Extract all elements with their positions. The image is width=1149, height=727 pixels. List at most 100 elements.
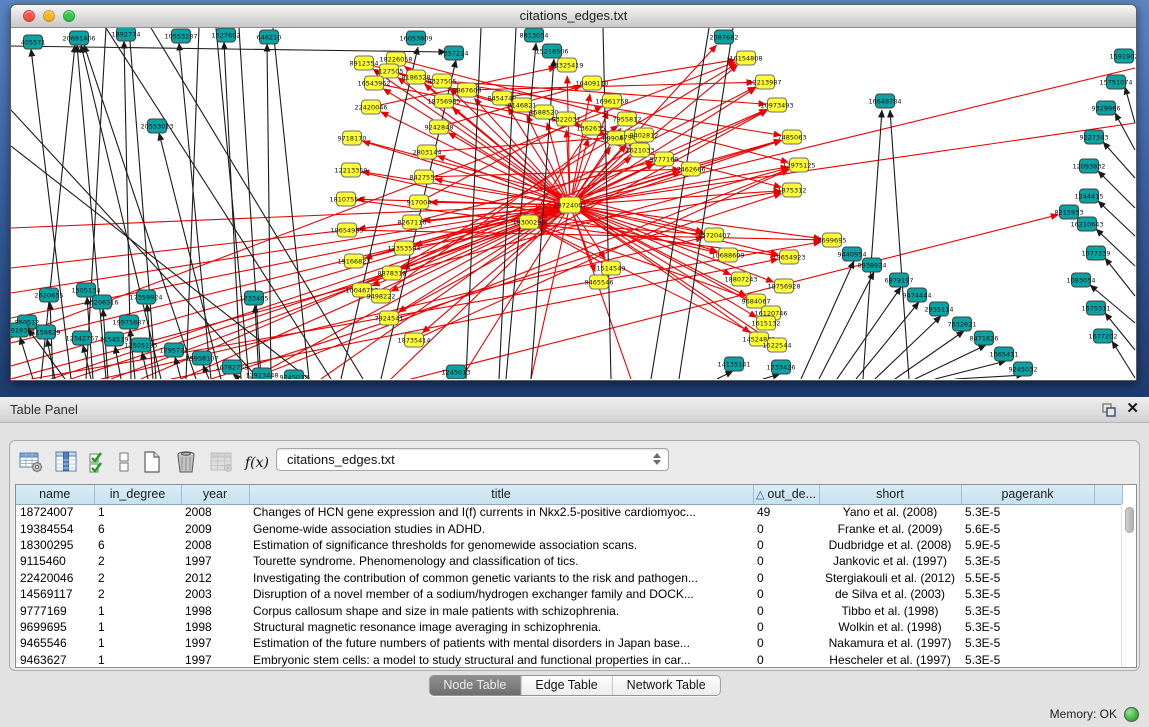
table-cell[interactable]: 19384554 (16, 520, 94, 536)
select-all-icon[interactable] (88, 450, 108, 474)
table-cell[interactable]: Tibbo et al. (1998) (819, 602, 961, 618)
graph-node[interactable]: 1677202 (1089, 329, 1118, 343)
deselect-all-icon[interactable] (117, 450, 131, 474)
table-cell[interactable]: Estimation of the future numbers of pati… (249, 635, 753, 651)
network-canvas[interactable]: 8912354182260589127505818632816543962932… (11, 28, 1136, 379)
table-cell[interactable]: 5.6E-5 (961, 520, 1094, 536)
column-header-in-degree[interactable]: in_degree (94, 485, 181, 504)
table-cell[interactable]: 5.3E-5 (961, 602, 1094, 618)
table-cell[interactable]: 18300295 (16, 537, 94, 553)
graph-node[interactable]: 15751074 (1099, 75, 1132, 89)
table-cell[interactable]: de Silva et al. (2003) (819, 586, 961, 602)
table-cell[interactable]: 6 (94, 520, 181, 536)
table-cell[interactable]: 0 (753, 602, 819, 618)
graph-node[interactable]: 9245032 (1009, 362, 1038, 376)
graph-node[interactable]: 9227343 (1080, 130, 1109, 144)
table-cell[interactable]: 0 (753, 537, 819, 553)
table-cell[interactable]: Dudbridge et al. (2008) (819, 537, 961, 553)
table-row[interactable]: 1938455462009Genome-wide association stu… (16, 520, 1123, 536)
graph-node[interactable]: 1083054 (1067, 273, 1096, 287)
table-cell[interactable]: Hescheler et al. (1997) (819, 652, 961, 668)
table-cell[interactable]: Investigating the contribution of common… (249, 570, 753, 586)
graph-node[interactable]: 1733426 (767, 360, 796, 374)
graph-node[interactable]: 646210 (257, 30, 282, 44)
graph-node[interactable]: 19654923 (772, 250, 805, 264)
table-cell[interactable]: 0 (753, 520, 819, 536)
table-cell[interactable]: Nakamura et al. (1997) (819, 635, 961, 651)
graph-node[interactable]: 8912354 (350, 56, 379, 70)
close-window-button[interactable] (23, 10, 35, 22)
table-cell[interactable]: Jankovic et al. (1997) (819, 553, 961, 569)
table-cell[interactable]: Disruption of a novel member of a sodium… (249, 586, 753, 602)
table-cell[interactable]: 14569117 (16, 586, 94, 602)
graph-node[interactable]: 7357224 (440, 46, 469, 60)
graph-node[interactable]: 2087682 (710, 30, 739, 44)
table-cell[interactable]: 9463627 (16, 652, 94, 668)
table-cell[interactable]: Stergiakouli et al. (2012) (819, 570, 961, 586)
table-cell[interactable]: 1998 (181, 619, 249, 635)
table-cell[interactable]: 2003 (181, 586, 249, 602)
graph-node[interactable]: 391936 (11, 323, 31, 337)
table-cell[interactable]: 2 (94, 553, 181, 569)
graph-node[interactable]: 1892774 (112, 28, 141, 41)
table-row[interactable]: 1456911722003Disruption of a novel membe… (16, 586, 1123, 602)
graph-node[interactable]: 405571 (21, 35, 46, 49)
table-cell[interactable]: 1997 (181, 652, 249, 668)
graph-node[interactable]: 1065411 (990, 347, 1019, 361)
graph-node[interactable]: 2935114 (925, 302, 954, 316)
network-svg[interactable]: 8912354182260589127505818632816543962932… (11, 28, 1136, 379)
table-cell[interactable]: Estimation of significance thresholds fo… (249, 537, 753, 553)
graph-node[interactable]: 9699695 (818, 233, 847, 247)
graph-node[interactable]: 13325419 (550, 58, 583, 72)
table-row[interactable]: 977716911998Corpus callosum shape and si… (16, 602, 1123, 618)
table-cell[interactable]: 5.3E-5 (961, 635, 1094, 651)
graph-node[interactable]: 10553287 (164, 29, 197, 43)
graph-node[interactable]: 1591902 (1110, 49, 1136, 63)
table-cell[interactable]: 2 (94, 570, 181, 586)
table-cell[interactable]: 0 (753, 635, 819, 651)
table-row[interactable]: 1872400712008Changes of HCN gene express… (16, 504, 1123, 520)
table-cell[interactable]: 9465546 (16, 635, 94, 651)
column-header-title[interactable]: title (249, 485, 753, 504)
graph-node[interactable]: 16053809 (399, 31, 432, 45)
table-cell[interactable]: 5.3E-5 (961, 586, 1094, 602)
table-cell[interactable]: Structural magnetic resonance image aver… (249, 619, 753, 635)
graph-node[interactable]: 917004 (407, 195, 432, 209)
zoom-window-button[interactable] (63, 10, 75, 22)
table-cell[interactable]: 2008 (181, 504, 249, 520)
tab-node-table[interactable]: Node Table (429, 676, 521, 695)
table-cell[interactable]: Embryonic stem cells: a model to study s… (249, 652, 753, 668)
table-cell[interactable]: 1 (94, 619, 181, 635)
table-cell[interactable]: Tourette syndrome. Phenomenology and cla… (249, 553, 753, 569)
table-row[interactable]: 1830029562008Estimation of significance … (16, 537, 1123, 553)
table-cell[interactable]: 5.9E-5 (961, 537, 1094, 553)
column-edit-icon[interactable] (53, 450, 79, 474)
table-cell[interactable]: 1 (94, 602, 181, 618)
table-scrollbar-thumb[interactable] (1125, 507, 1134, 533)
column-header-out-de-[interactable]: △out_de... (753, 485, 819, 504)
table-cell[interactable]: Franke et al. (2009) (819, 520, 961, 536)
graph-node[interactable]: 2620655 (35, 288, 64, 302)
graph-node[interactable]: 9474444 (903, 288, 932, 302)
table-cell[interactable]: 9699695 (16, 619, 94, 635)
graph-node[interactable]: 2803144 (413, 145, 442, 159)
table-cell[interactable]: Genome-wide association studies in ADHD. (249, 520, 753, 536)
column-header-year[interactable]: year (181, 485, 249, 504)
table-cell[interactable]: Yano et al. (2008) (819, 504, 961, 520)
graph-node[interactable]: 7632621 (948, 317, 977, 331)
table-row[interactable]: 946554611997Estimation of the future num… (16, 635, 1123, 651)
table-cell[interactable]: 1997 (181, 553, 249, 569)
table-row[interactable]: 911546021997Tourette syndrome. Phenomeno… (16, 553, 1123, 569)
graph-node[interactable]: 12093832 (1072, 159, 1105, 173)
tab-edge-table[interactable]: Edge Table (521, 676, 612, 695)
graph-node[interactable]: 6879197 (885, 273, 914, 287)
graph-node[interactable]: 8471626 (970, 331, 999, 345)
table-cell[interactable]: 1 (94, 652, 181, 668)
graph-node[interactable]: 12213359 (334, 163, 367, 177)
table-cell[interactable]: 0 (753, 570, 819, 586)
table-cell[interactable]: 2009 (181, 520, 249, 536)
column-header-pagerank[interactable]: pagerank (961, 485, 1094, 504)
float-panel-icon[interactable] (1101, 402, 1117, 418)
table-cell[interactable]: 5.5E-5 (961, 570, 1094, 586)
table-cell[interactable]: Changes of HCN gene expression and I(f) … (249, 504, 753, 520)
